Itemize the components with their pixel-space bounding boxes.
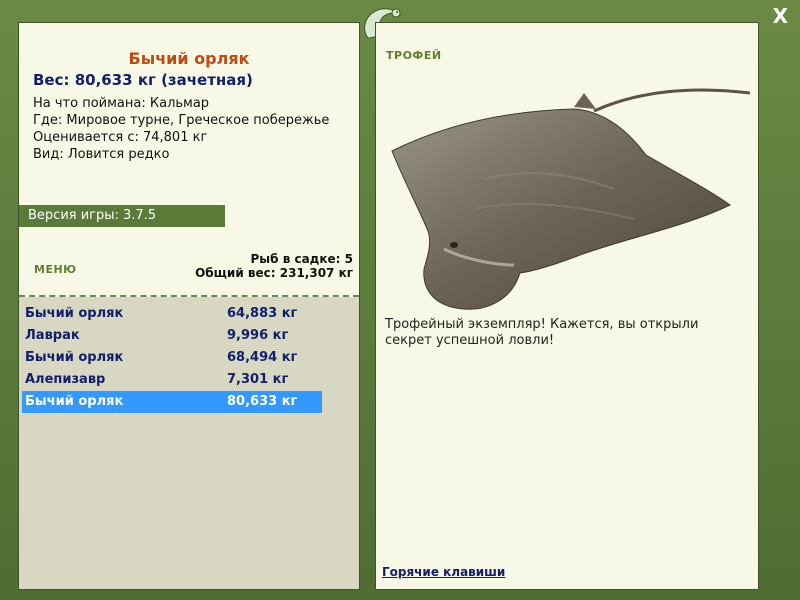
catch-weight: 7,301 кг (227, 372, 289, 387)
catch-name: Лаврак (25, 328, 80, 343)
fish-rarity: Вид: Ловится редко (33, 147, 170, 162)
keepnet-summary: Рыб в садке: 5 Общий вес: 231,307 кг (195, 252, 353, 280)
trophy-panel: ТРОФЕЙ Трофейный экземпляр! Кажется, вы … (375, 22, 759, 590)
keepnet-total-weight: Общий вес: 231,307 кг (195, 266, 353, 280)
catch-row[interactable]: Алепизавр 7,301 кг (22, 369, 322, 391)
catch-name: Бычий орляк (25, 306, 124, 321)
menu-button[interactable]: МЕНЮ (34, 263, 77, 276)
catch-name: Бычий орляк (25, 394, 124, 409)
catch-row[interactable]: Бычий орляк 64,883 кг (22, 303, 322, 325)
catch-name: Алепизавр (25, 372, 106, 387)
fish-details: На что поймана: Кальмар Где: Мировое тур… (33, 95, 329, 163)
close-button[interactable]: X (773, 4, 788, 28)
catch-list: Бычий орляк 64,883 кг Лаврак 9,996 кг Бы… (22, 303, 322, 413)
fish-info-panel: Бычий орляк Вес: 80,633 кг (зачетная) На… (18, 22, 360, 590)
fish-ray-image (391, 88, 751, 310)
catch-row[interactable]: Лаврак 9,996 кг (22, 325, 322, 347)
catch-name: Бычий орляк (25, 350, 124, 365)
game-version-bar: Версия игры: 3.7.5 (19, 205, 225, 227)
fish-name-title: Бычий орляк (128, 49, 250, 68)
fish-bait: На что поймана: Кальмар (33, 96, 210, 111)
catch-row[interactable]: Бычий орляк 68,494 кг (22, 347, 322, 369)
catch-weight: 9,996 кг (227, 328, 289, 343)
catch-weight: 68,494 кг (227, 350, 298, 365)
catch-weight: 80,633 кг (227, 394, 298, 409)
catch-weight: 64,883 кг (227, 306, 298, 321)
fish-valued-from: Оценивается с: 74,801 кг (33, 130, 208, 145)
keepnet-count: Рыб в садке: 5 (250, 252, 354, 266)
catch-list-area: Бычий орляк 64,883 кг Лаврак 9,996 кг Бы… (19, 297, 359, 589)
catch-row[interactable]: Бычий орляк 80,633 кг (22, 391, 322, 413)
fish-weight: Вес: 80,633 кг (зачетная) (33, 71, 253, 89)
trophy-description: Трофейный экземпляр! Кажется, вы открыли… (385, 317, 699, 348)
hotkeys-link[interactable]: Горячие клавиши (382, 565, 505, 579)
fish-location: Где: Мировое турне, Греческое побережье (33, 113, 330, 128)
